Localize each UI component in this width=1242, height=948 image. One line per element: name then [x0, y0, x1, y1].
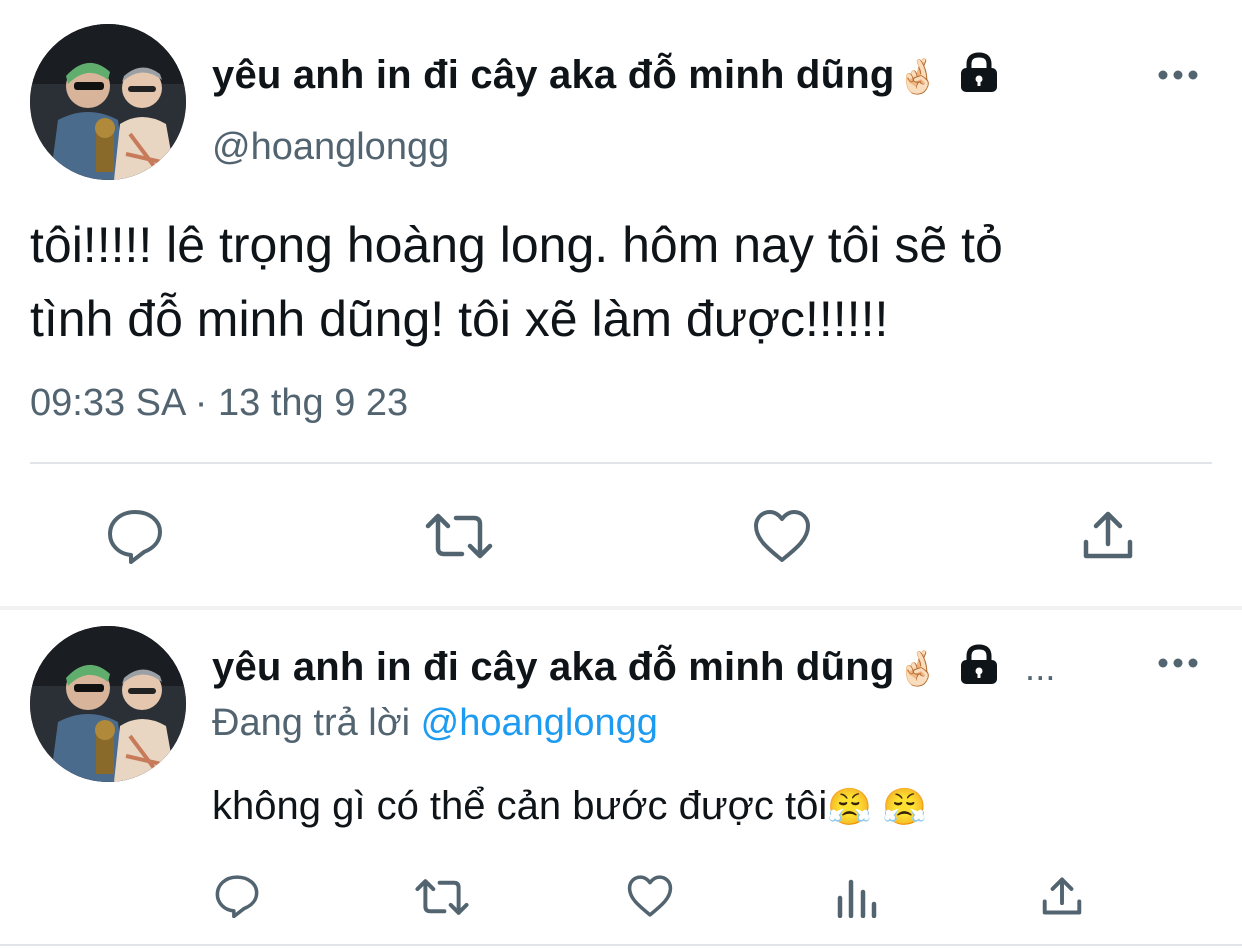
reply-icon[interactable]	[106, 508, 164, 564]
replying-to-label: Đang trả lời	[212, 702, 411, 744]
reply-text-emojis: 😤 😤	[827, 786, 927, 827]
author-avatar[interactable]	[30, 24, 186, 180]
bottom-divider	[0, 944, 1242, 946]
lock-icon	[957, 52, 1001, 92]
reply-share-icon[interactable]	[1040, 874, 1084, 918]
tweet-divider	[30, 462, 1212, 464]
more-options-icon[interactable]	[1158, 68, 1198, 80]
reply-author-avatar[interactable]	[30, 626, 186, 782]
reply-display-name-text: yêu anh in đi cây aka đỗ minh dũng	[212, 645, 895, 689]
reply-author-display-name[interactable]: yêu anh in đi cây aka đỗ minh dũng🤞🏻...	[212, 644, 1056, 690]
reply-display-name-emoji: 🤞🏻	[896, 650, 940, 688]
retweet-icon[interactable]	[424, 512, 494, 560]
reply-like-icon[interactable]	[626, 874, 674, 918]
replying-to: Đang trả lời @hoanglongg	[212, 702, 658, 745]
section-divider	[0, 606, 1242, 610]
display-name-text: yêu anh in đi cây aka đỗ minh dũng	[212, 53, 895, 97]
reply-retweet-icon[interactable]	[414, 878, 470, 916]
display-name-emoji: 🤞🏻	[896, 58, 940, 96]
share-icon[interactable]	[1080, 508, 1136, 562]
like-icon[interactable]	[752, 508, 812, 564]
reply-more-options-icon[interactable]	[1158, 656, 1198, 668]
reply-header-ellipsis: ...	[1025, 647, 1056, 688]
author-display-name[interactable]: yêu anh in đi cây aka đỗ minh dũng🤞🏻	[212, 52, 1001, 98]
analytics-icon[interactable]	[836, 876, 878, 918]
replying-to-handle[interactable]: @hoanglongg	[421, 702, 658, 744]
reply-lock-icon	[957, 644, 1001, 684]
tweet-timestamp[interactable]: 09:33 SA · 13 thg 9 23	[30, 382, 408, 425]
reply-reply-icon[interactable]	[214, 874, 260, 918]
tweet-text: tôi!!!!! lê trọng hoàng long. hôm nay tô…	[30, 217, 1003, 347]
reply-tweet-text: không gì có thể cản bước được tôi😤 😤	[212, 784, 927, 829]
reply-text-body: không gì có thể cản bước được tôi	[212, 784, 828, 828]
author-handle[interactable]: @hoanglongg	[212, 126, 449, 169]
